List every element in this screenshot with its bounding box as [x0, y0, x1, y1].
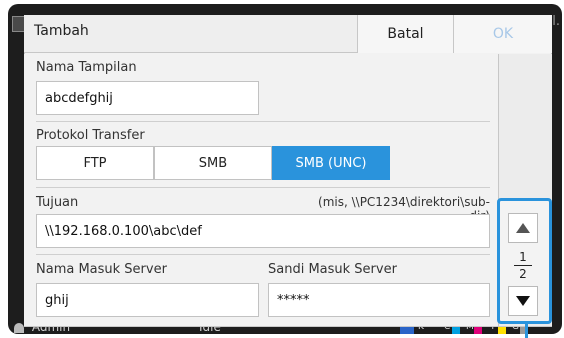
protocol-ftp-button[interactable]: FTP — [36, 146, 154, 180]
protocol-label: Protokol Transfer — [36, 128, 145, 143]
protocol-smb-unc-button[interactable]: SMB (UNC) — [272, 146, 390, 180]
page-indicator: 1 2 — [508, 250, 538, 281]
page-divider — [514, 265, 532, 266]
page-total: 2 — [519, 267, 527, 281]
callout-pointer — [525, 322, 528, 338]
divider — [36, 254, 490, 255]
display-name-label: Nama Tampilan — [36, 60, 137, 75]
scroll-down-button[interactable] — [508, 286, 538, 316]
divider — [36, 187, 490, 188]
arrow-up-icon — [516, 223, 530, 233]
divider — [36, 121, 490, 122]
destination-field[interactable]: \\192.168.0.100\abc\def — [36, 214, 490, 248]
scroll-up-button[interactable] — [508, 213, 538, 243]
page-current: 1 — [519, 250, 527, 264]
server-password-label: Sandi Masuk Server — [268, 262, 397, 277]
cancel-button[interactable]: Batal — [357, 15, 453, 53]
display-name-field[interactable]: abcdefghij — [36, 81, 259, 115]
ok-button[interactable]: OK — [453, 15, 552, 53]
dialog-title: Tambah — [34, 23, 89, 39]
arrow-down-icon — [516, 296, 530, 306]
protocol-smb-button[interactable]: SMB — [154, 146, 272, 180]
server-password-field[interactable]: ***** — [268, 283, 490, 317]
server-login-label: Nama Masuk Server — [36, 262, 167, 277]
protocol-selector: FTP SMB SMB (UNC) — [36, 146, 390, 180]
destination-label: Tujuan — [36, 195, 79, 210]
user-icon — [14, 322, 24, 333]
server-login-field[interactable]: ghij — [36, 283, 259, 317]
